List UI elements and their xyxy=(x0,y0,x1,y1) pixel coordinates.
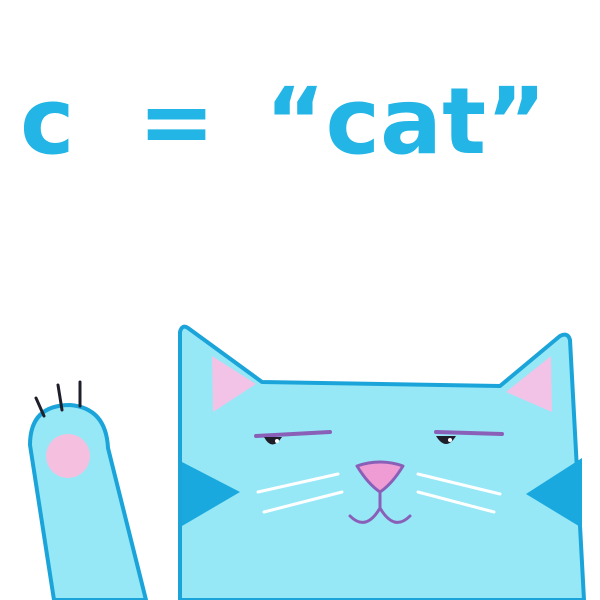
paw-pad xyxy=(46,434,90,478)
cat-illustration xyxy=(28,324,586,600)
right-brow xyxy=(434,430,504,436)
raised-paw xyxy=(28,380,148,600)
cat-head xyxy=(178,324,586,600)
paw-arm xyxy=(28,403,148,600)
canvas: c = “cat” xyxy=(0,0,600,600)
